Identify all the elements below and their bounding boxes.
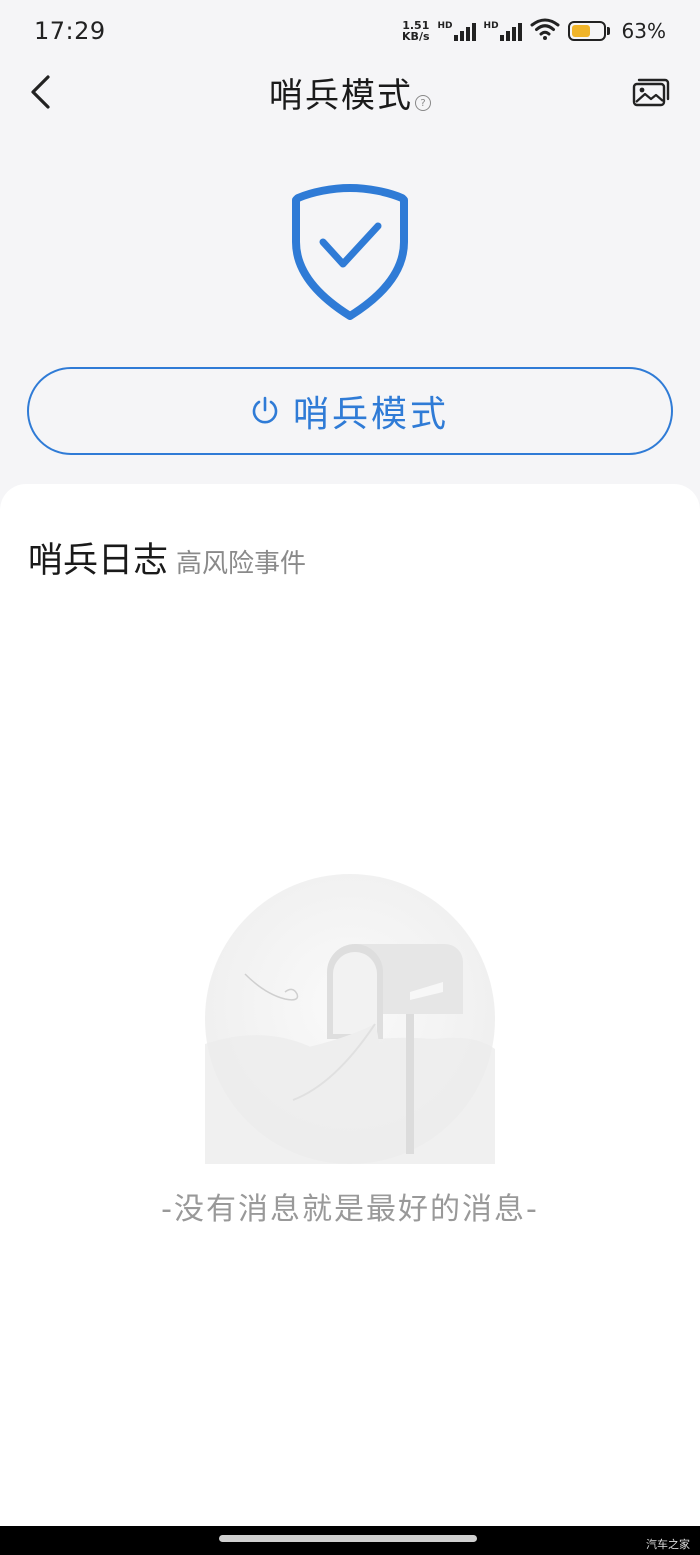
signal-icon-sim2: HD	[484, 21, 522, 41]
status-bar: 17:29 1.51 KB/s HD HD 63%	[0, 0, 700, 62]
empty-state-text: -没有消息就是最好的消息-	[161, 1192, 539, 1227]
sentinel-mode-button[interactable]: 哨兵模式	[27, 367, 673, 455]
gallery-icon	[632, 78, 670, 107]
help-icon[interactable]: ?	[415, 95, 431, 111]
power-icon	[252, 396, 278, 424]
sentinel-log-card: 哨兵日志 高风险事件 -没有消息就是最好的消息-	[0, 484, 700, 1526]
home-indicator[interactable]	[219, 1535, 477, 1542]
mailbox-icon	[205, 874, 495, 1164]
network-speed-unit: KB/s	[402, 30, 430, 43]
page-title: 哨兵模式	[269, 76, 413, 116]
sim1-hd-label: HD	[437, 21, 453, 31]
status-time: 17:29	[34, 17, 106, 45]
shield-check-icon	[290, 184, 410, 320]
status-indicators: 1.51 KB/s HD HD 63%	[402, 17, 666, 45]
nav-bar: 哨兵模式?	[0, 62, 700, 122]
sim2-hd-label: HD	[483, 21, 499, 31]
battery-percent: 63%	[621, 19, 666, 43]
signal-icon-sim1: HD	[438, 21, 476, 41]
log-subtitle: 高风险事件	[176, 549, 307, 579]
battery-icon	[567, 21, 610, 41]
gallery-button[interactable]	[632, 76, 670, 108]
network-speed: 1.51 KB/s	[402, 20, 429, 42]
watermark: 汽车之家	[646, 1538, 690, 1551]
log-title: 哨兵日志	[28, 541, 169, 581]
wifi-icon	[530, 17, 560, 45]
log-header: 哨兵日志 高风险事件	[28, 532, 306, 583]
sentinel-mode-label: 哨兵模式	[292, 394, 449, 435]
